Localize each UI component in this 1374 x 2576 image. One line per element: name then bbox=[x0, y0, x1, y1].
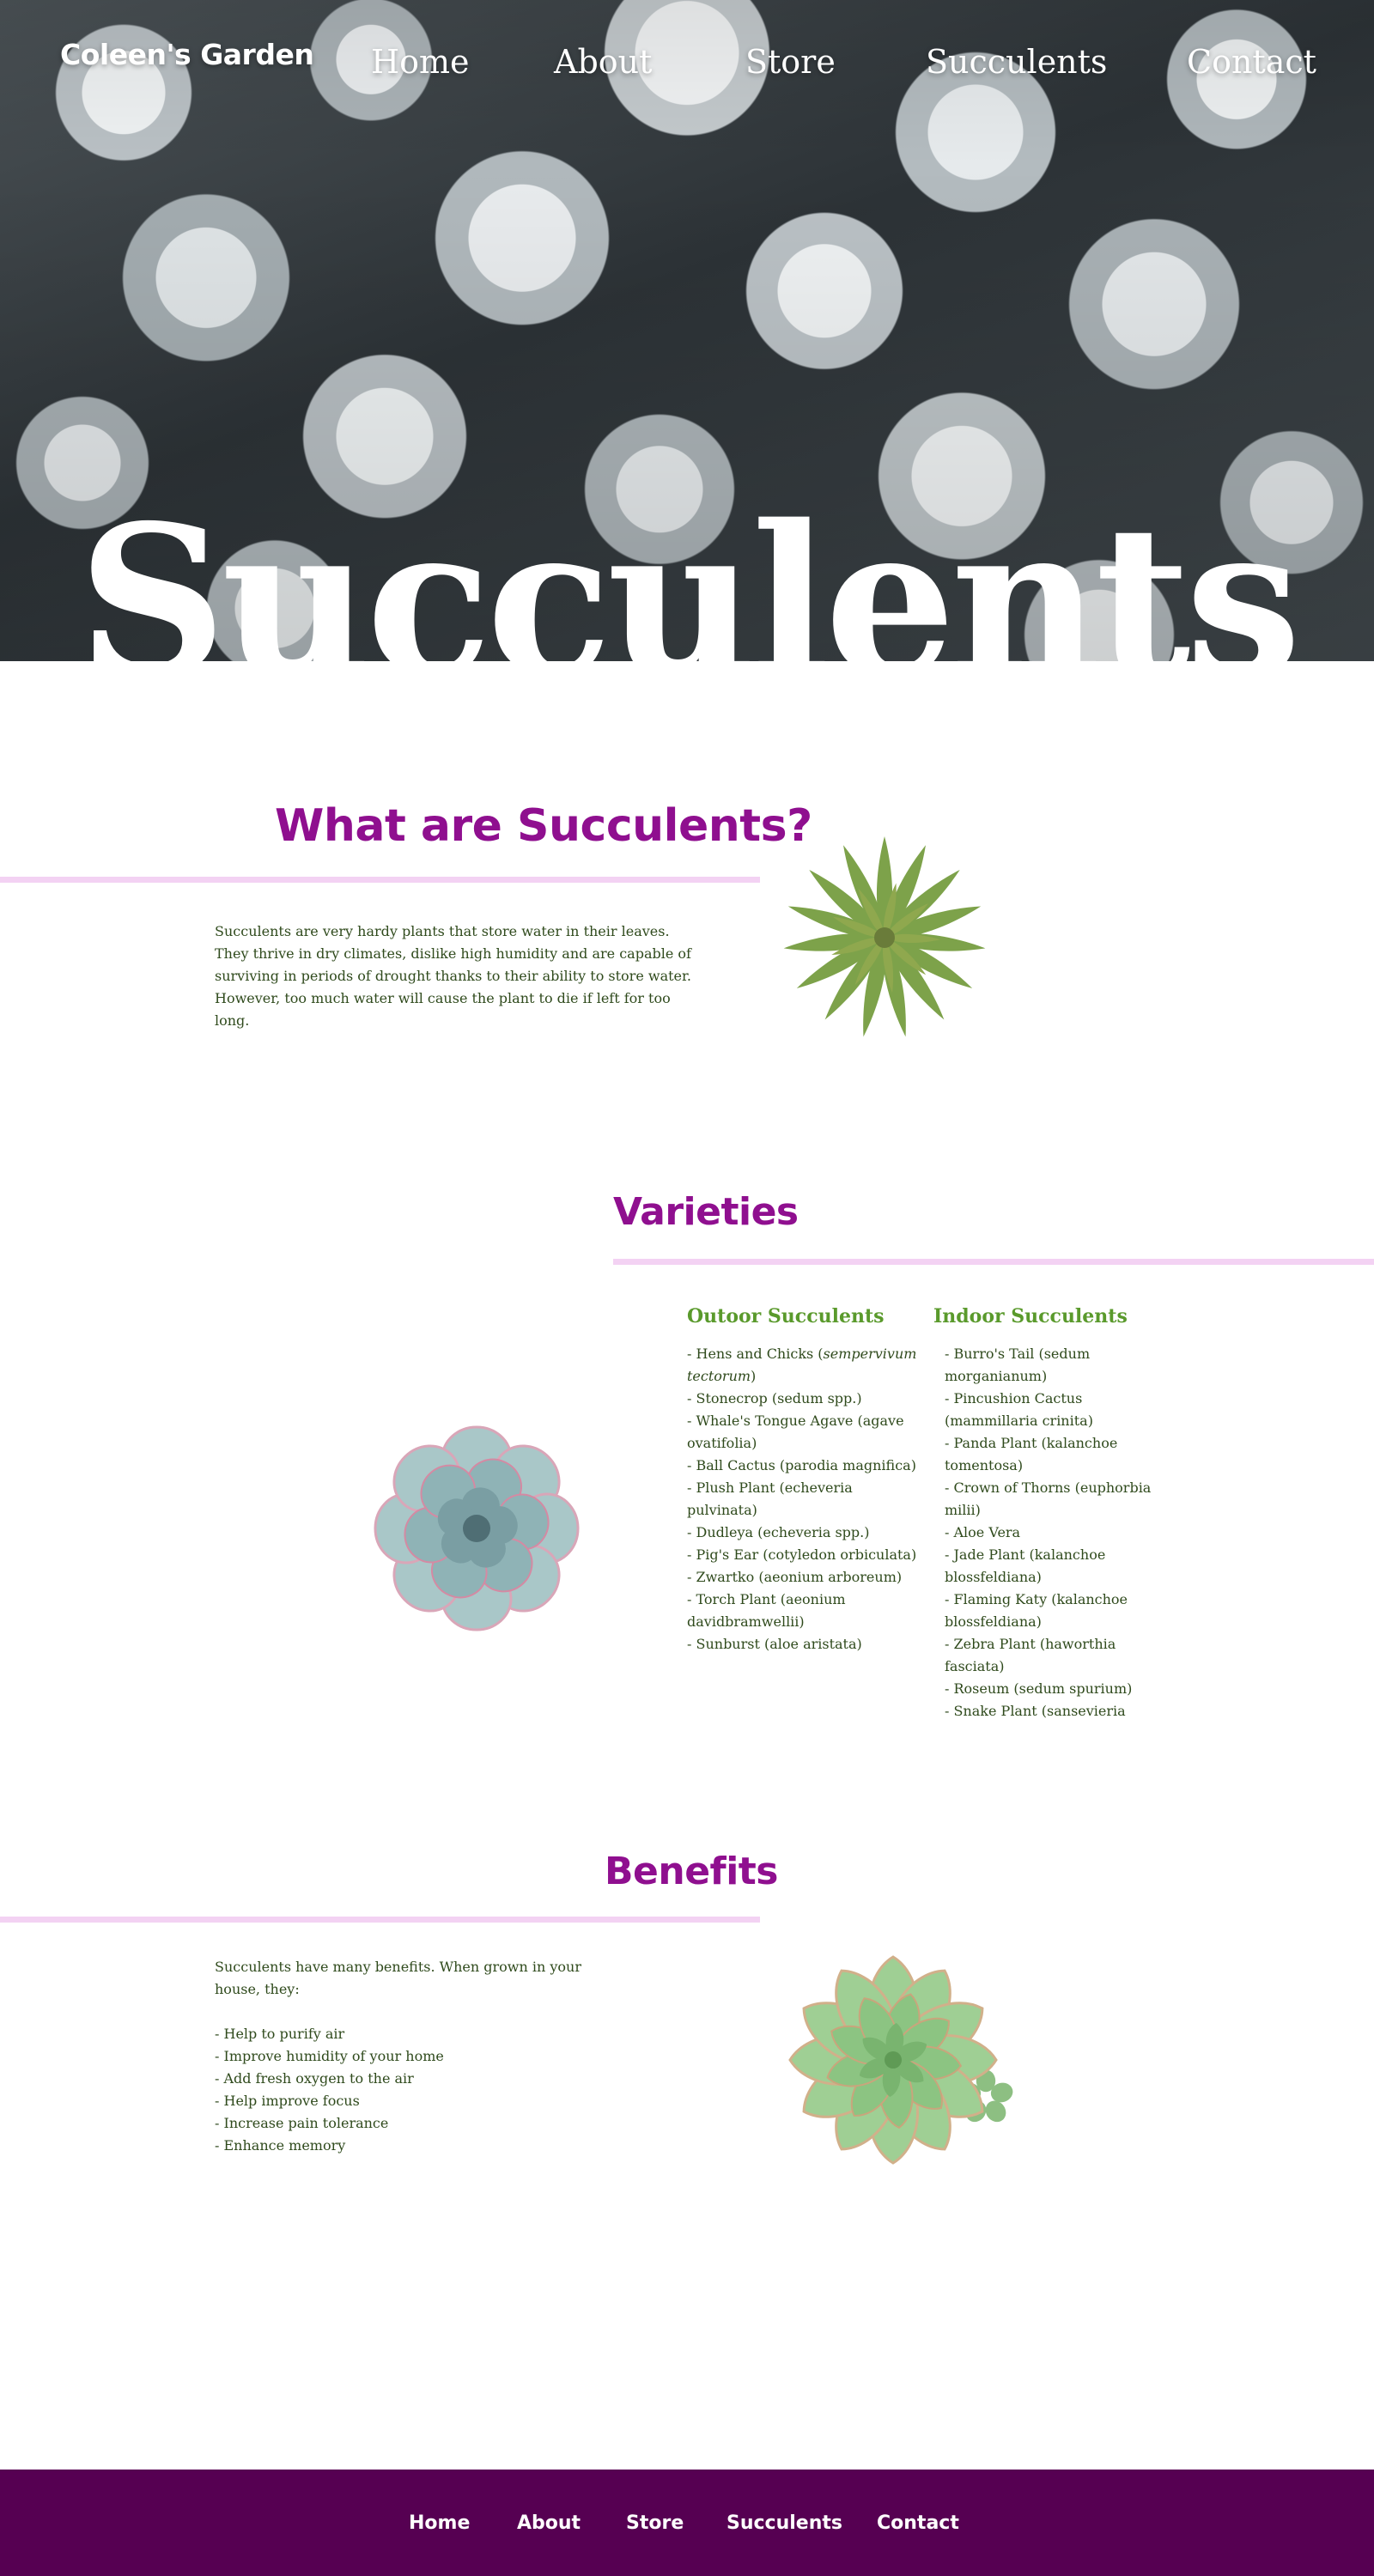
nav-succulents[interactable]: Succulents bbox=[926, 43, 1107, 81]
outdoor-item: - Pig's Ear (cotyledon orbiculata) bbox=[687, 1546, 917, 1563]
indoor-item: - Snake Plant (sansevieria bbox=[945, 1703, 1126, 1719]
indoor-title: Indoor Succulents bbox=[933, 1305, 1128, 1327]
outdoor-item: - Whale's Tongue Agave (agave ovatifolia… bbox=[687, 1413, 904, 1451]
indoor-item: - Zebra Plant (haworthia fasciata) bbox=[945, 1636, 1116, 1674]
red-succulent-image bbox=[783, 836, 986, 1037]
outdoor-item: - Zwartko (aeonium arboreum) bbox=[687, 1569, 903, 1585]
footer-nav-about[interactable]: About bbox=[517, 2512, 581, 2534]
indoor-item: - Pincushion Cactus (mammillaria crinita… bbox=[945, 1390, 1093, 1429]
outdoor-item: - Sunburst (aloe aristata) bbox=[687, 1636, 862, 1652]
footer: Home About Store Succulents Contact bbox=[0, 2470, 1374, 2576]
varieties-title: Varieties bbox=[613, 1190, 799, 1234]
blue-succulent-image bbox=[374, 1425, 580, 1631]
outdoor-item: - Ball Cactus (parodia magnifica) bbox=[687, 1457, 916, 1473]
footer-nav-home[interactable]: Home bbox=[409, 2512, 470, 2534]
nav-store[interactable]: Store bbox=[745, 43, 836, 81]
footer-nav-contact[interactable]: Contact bbox=[877, 2512, 959, 2534]
indoor-item: - Crown of Thorns (euphorbia milii) bbox=[945, 1479, 1152, 1518]
what-text: Succulents are very hardy plants that st… bbox=[215, 923, 691, 1029]
benefits-intro: Succulents have many benefits. When grow… bbox=[215, 1959, 582, 1997]
hero-bottom-band bbox=[0, 661, 1374, 764]
benefits-list: - Help to purify air - Improve humidity … bbox=[215, 2023, 584, 2157]
benefit-item: - Improve humidity of your home bbox=[215, 2048, 444, 2064]
indoor-item: - Panda Plant (kalanchoe tomentosa) bbox=[945, 1435, 1118, 1473]
benefit-item: - Add fresh oxygen to the air bbox=[215, 2070, 414, 2087]
outdoor-item: - Stonecrop (sedum spp.) bbox=[687, 1390, 862, 1406]
benefit-item: - Increase pain tolerance bbox=[215, 2115, 389, 2131]
benefits-title: Benefits bbox=[605, 1850, 779, 1893]
outdoor-item: - Plush Plant (echeveria pulvinata) bbox=[687, 1479, 853, 1518]
indoor-item: - Aloe Vera bbox=[945, 1524, 1021, 1540]
outdoor-title: Outoor Succulents bbox=[687, 1305, 885, 1327]
indoor-list: - Burro's Tail (sedum morganianum) - Pin… bbox=[945, 1343, 1159, 1722]
indoor-item: - Jade Plant (kalanchoe blossfeldiana) bbox=[945, 1546, 1106, 1585]
what-divider bbox=[0, 877, 760, 883]
outdoor-list: - Hens and Chicks (sempervivum tectorum)… bbox=[687, 1343, 919, 1656]
indoor-item: - Burro's Tail (sedum morganianum) bbox=[945, 1346, 1091, 1384]
benefit-item: - Help to purify air bbox=[215, 2026, 345, 2042]
green-succulent-image bbox=[788, 1955, 1013, 2165]
brand-logo[interactable]: Coleen's Garden bbox=[60, 38, 314, 71]
indoor-item: - Roseum (sedum spurium) bbox=[945, 1680, 1133, 1697]
varieties-divider bbox=[613, 1259, 1374, 1265]
outdoor-item: - Dudleya (echeveria spp.) bbox=[687, 1524, 870, 1540]
benefit-item: - Help improve focus bbox=[215, 2093, 360, 2109]
nav-home[interactable]: Home bbox=[371, 43, 470, 81]
nav-about[interactable]: About bbox=[554, 43, 652, 81]
indoor-item: - Flaming Katy (kalanchoe blossfeldiana) bbox=[945, 1591, 1128, 1630]
hero-title: Succulents bbox=[77, 480, 1302, 661]
footer-nav-succulents[interactable]: Succulents bbox=[727, 2512, 842, 2534]
benefits-divider bbox=[0, 1917, 760, 1923]
footer-nav-store[interactable]: Store bbox=[626, 2512, 684, 2534]
outdoor-item: - Hens and Chicks (sempervivum tectorum) bbox=[687, 1346, 917, 1384]
what-title: What are Succulents? bbox=[275, 800, 812, 852]
hero-banner: Coleen's Garden Home About Store Succule… bbox=[0, 0, 1374, 661]
nav-contact[interactable]: Contact bbox=[1187, 43, 1316, 81]
benefit-item: - Enhance memory bbox=[215, 2137, 346, 2154]
outdoor-item: - Torch Plant (aeonium davidbramwellii) bbox=[687, 1591, 846, 1630]
